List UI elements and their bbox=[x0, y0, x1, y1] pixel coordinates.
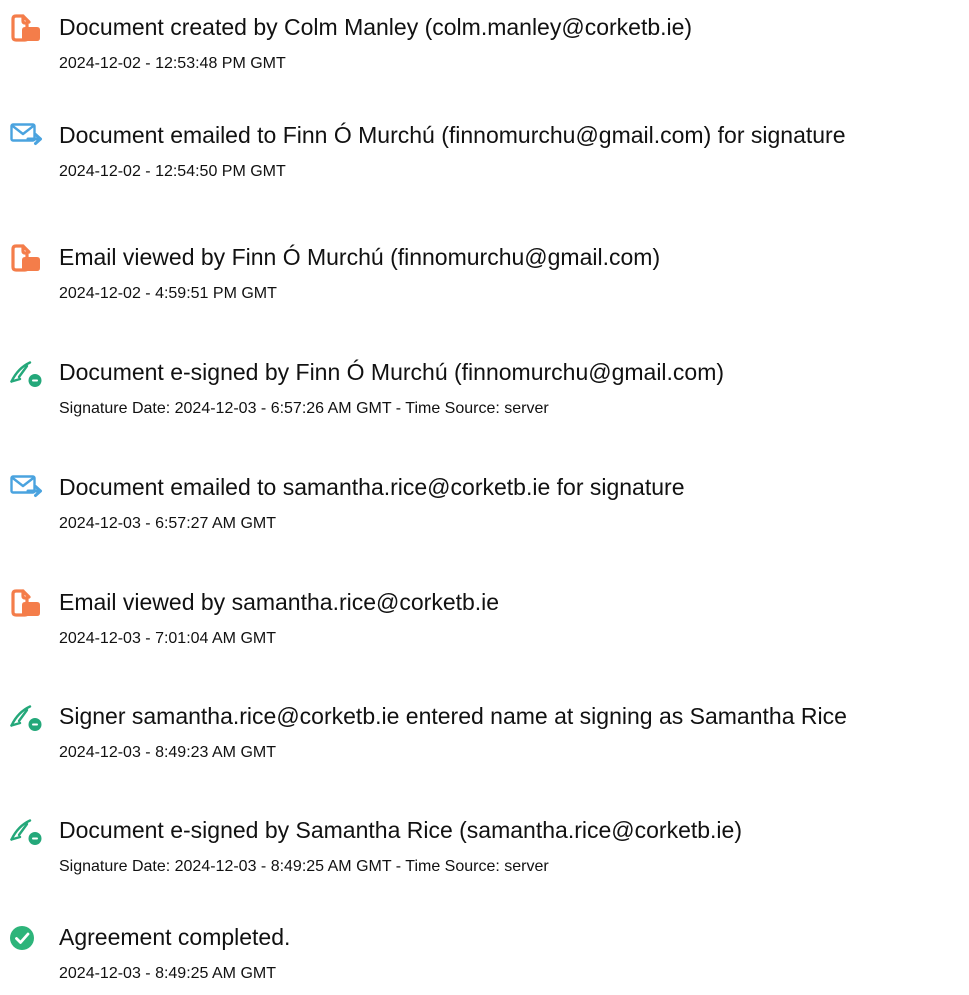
event-timestamp: 2024-12-02 - 4:59:51 PM GMT bbox=[59, 285, 277, 302]
event-signer-entered-name: Signer samantha.rice@corketb.ie entered … bbox=[0, 694, 969, 774]
esign-icon bbox=[10, 702, 46, 732]
event-agreement-completed: Agreement completed. 2024-12-03 - 8:49:2… bbox=[0, 915, 969, 995]
audit-history: Document created by Colm Manley (colm.ma… bbox=[0, 0, 969, 994]
event-title: Email viewed by Finn Ó Murchú (finnomurc… bbox=[59, 244, 661, 270]
event-document-esigned: Document e-signed by Samantha Rice (sama… bbox=[0, 808, 969, 888]
event-title: Document created by Colm Manley (colm.ma… bbox=[59, 14, 693, 40]
esign-icon bbox=[10, 816, 46, 846]
event-timestamp: 2024-12-03 - 8:49:25 AM GMT bbox=[59, 965, 276, 982]
event-signature-date: Signature Date: 2024-12-03 - 8:49:25 AM … bbox=[59, 858, 549, 875]
event-document-emailed: Document emailed to samantha.rice@corket… bbox=[0, 465, 969, 545]
event-title: Signer samantha.rice@corketb.ie entered … bbox=[59, 703, 847, 729]
event-document-created: Document created by Colm Manley (colm.ma… bbox=[0, 5, 969, 85]
event-document-esigned: Document e-signed by Finn Ó Murchú (finn… bbox=[0, 350, 969, 430]
event-title: Email viewed by samantha.rice@corketb.ie bbox=[59, 589, 500, 615]
event-document-emailed: Document emailed to Finn Ó Murchú (finno… bbox=[0, 113, 969, 193]
event-signature-date: Signature Date: 2024-12-03 - 6:57:26 AM … bbox=[59, 400, 549, 417]
event-email-viewed: Email viewed by Finn Ó Murchú (finnomurc… bbox=[0, 235, 969, 315]
event-title: Agreement completed. bbox=[59, 924, 291, 950]
event-timestamp: 2024-12-02 - 12:54:50 PM GMT bbox=[59, 163, 286, 180]
event-timestamp: 2024-12-03 - 7:01:04 AM GMT bbox=[59, 630, 276, 647]
event-timestamp: 2024-12-02 - 12:53:48 PM GMT bbox=[59, 55, 286, 72]
event-title: Document e-signed by Finn Ó Murchú (finn… bbox=[59, 359, 725, 385]
document-icon bbox=[10, 13, 46, 43]
event-title: Document emailed to Finn Ó Murchú (finno… bbox=[59, 122, 846, 148]
event-timestamp: 2024-12-03 - 8:49:23 AM GMT bbox=[59, 744, 276, 761]
document-icon bbox=[10, 243, 46, 273]
email-icon bbox=[10, 473, 46, 503]
esign-icon bbox=[10, 358, 46, 388]
event-title: Document emailed to samantha.rice@corket… bbox=[59, 474, 685, 500]
document-icon bbox=[10, 588, 46, 618]
email-icon bbox=[10, 121, 46, 151]
check-circle-icon bbox=[10, 923, 46, 953]
event-email-viewed: Email viewed by samantha.rice@corketb.ie… bbox=[0, 580, 969, 660]
event-title: Document e-signed by Samantha Rice (sama… bbox=[59, 817, 742, 843]
event-timestamp: 2024-12-03 - 6:57:27 AM GMT bbox=[59, 515, 276, 532]
